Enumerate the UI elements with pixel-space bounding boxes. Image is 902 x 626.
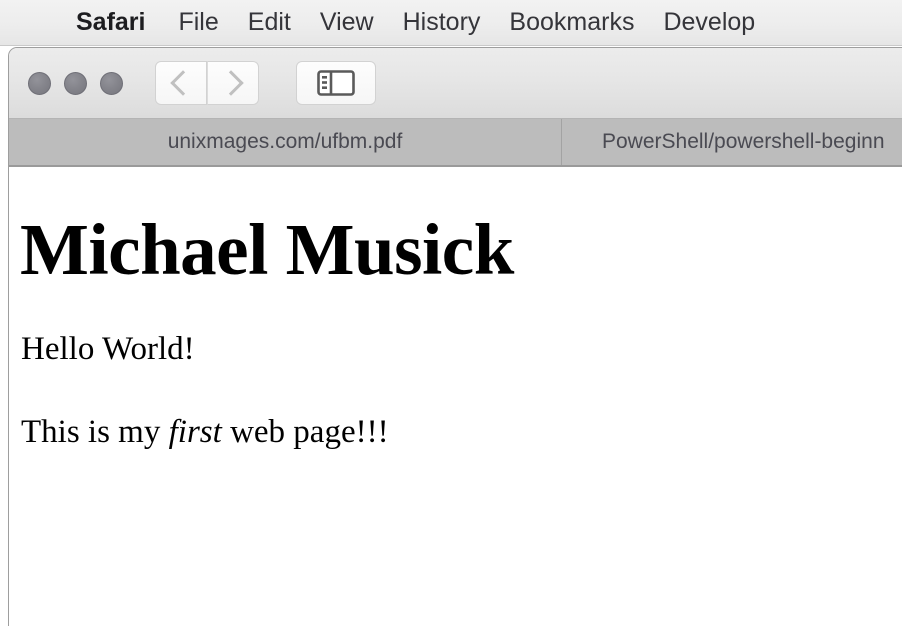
tab-powershell-beginners[interactable]: PowerShell/powershell-beginn (562, 119, 902, 165)
back-button[interactable] (155, 61, 207, 105)
paragraph-text-after: web page!!! (221, 413, 389, 450)
paragraph-emphasis-first: first (168, 413, 222, 450)
forward-button[interactable] (207, 61, 259, 105)
page-title: Michael Musick (20, 209, 514, 290)
navigation-buttons (155, 61, 259, 105)
minimize-button[interactable] (64, 71, 87, 95)
paragraph-first-web-page: This is my first web page!!! (9, 370, 902, 453)
sidebar-toggle-button[interactable] (296, 61, 376, 105)
chevron-right-icon (218, 70, 244, 96)
zoom-button[interactable] (100, 71, 123, 95)
window-controls (28, 71, 123, 95)
menu-item-bookmarks[interactable]: Bookmarks (509, 8, 634, 37)
tab-bar: unixmages.com/ufbm.pdf PowerShell/powers… (9, 119, 902, 167)
menu-item-view[interactable]: View (320, 8, 374, 37)
chevron-left-icon (170, 70, 196, 96)
menu-item-file[interactable]: File (178, 8, 218, 37)
browser-toolbar (9, 48, 902, 119)
menu-item-safari[interactable]: Safari (76, 8, 145, 37)
tab-label: PowerShell/powershell-beginn (602, 130, 885, 153)
screen-root: Safari File Edit View History Bookmarks … (0, 0, 902, 626)
sidebar-toggle-icon (317, 70, 355, 96)
menu-item-develop[interactable]: Develop (663, 8, 755, 37)
menu-item-history[interactable]: History (403, 8, 481, 37)
tab-unixmages-pdf[interactable]: unixmages.com/ufbm.pdf (9, 119, 562, 165)
close-button[interactable] (28, 71, 51, 95)
macos-menu-bar: Safari File Edit View History Bookmarks … (0, 0, 902, 46)
paragraph-hello-world: Hello World! (21, 331, 195, 367)
tab-label: unixmages.com/ufbm.pdf (167, 130, 403, 153)
menu-item-edit[interactable]: Edit (248, 8, 291, 37)
web-page-content: Michael Musick Hello World! This is my f… (9, 167, 902, 626)
safari-browser-window: unixmages.com/ufbm.pdf PowerShell/powers… (8, 47, 902, 626)
paragraph-text-before: This is my (21, 413, 169, 450)
